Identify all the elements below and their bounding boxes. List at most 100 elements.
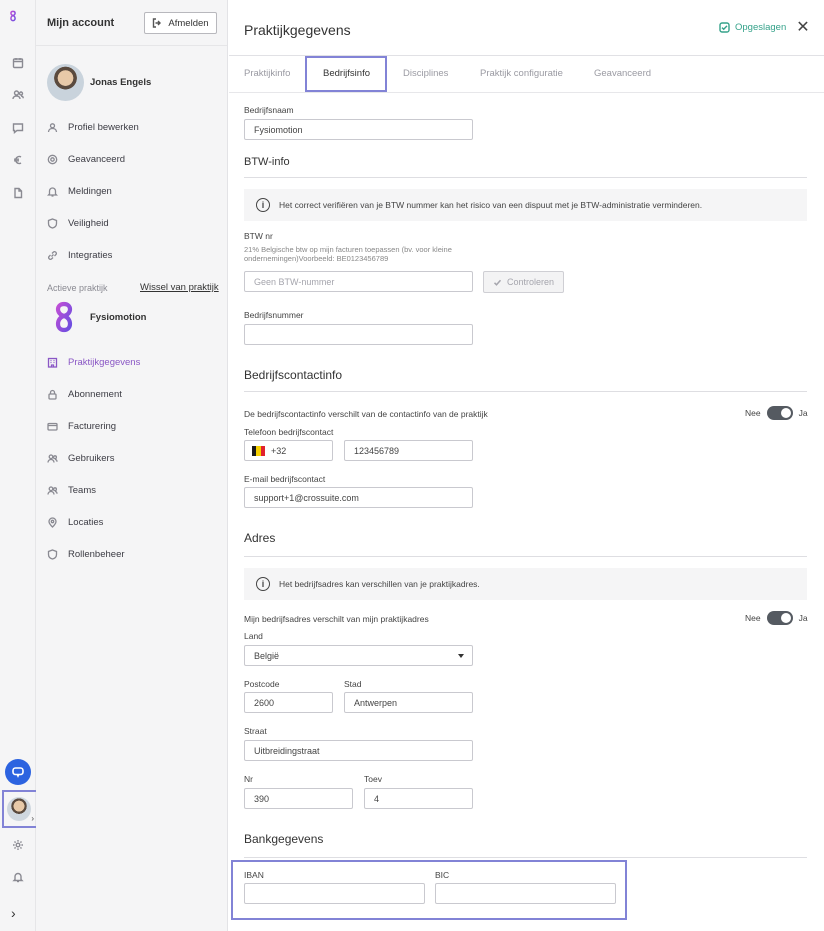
- sidebar-item-label: Locaties: [68, 516, 104, 528]
- notifications-bell-icon[interactable]: [11, 870, 25, 884]
- bell-icon: [47, 186, 58, 197]
- caret-down-icon: [458, 653, 464, 658]
- sidebar-item-users[interactable]: Gebruikers: [47, 451, 114, 465]
- messages-icon[interactable]: [11, 121, 25, 135]
- bic-field[interactable]: [435, 883, 616, 904]
- sidebar-item-locations[interactable]: Locaties: [47, 515, 103, 529]
- sidebar-item-practice-details[interactable]: Praktijkgegevens: [47, 355, 140, 369]
- sidebar-item-subscription[interactable]: Abonnement: [47, 387, 122, 401]
- sidebar-item-label: Veiligheid: [68, 217, 109, 229]
- toggle-yes-label: Ja: [798, 613, 808, 623]
- sidebar-item-notifications[interactable]: Meldingen: [47, 184, 112, 198]
- tab-advanced[interactable]: Geavanceerd: [594, 68, 651, 79]
- sidebar-item-label: Geavanceerd: [68, 153, 126, 165]
- phone-number-field[interactable]: 123456789: [344, 440, 473, 461]
- account-sidebar: Mijn account Afmelden Jonas Engels Profi…: [36, 0, 228, 931]
- chevron-right-icon: ›: [31, 814, 34, 823]
- company-number-field[interactable]: [244, 324, 473, 345]
- email-label: E-mail bedrijfscontact: [244, 474, 326, 484]
- address-differs-toggle[interactable]: [766, 611, 793, 625]
- saved-label: Opgeslagen: [735, 22, 787, 33]
- divider: [244, 857, 807, 858]
- sidebar-item-security[interactable]: Veiligheid: [47, 216, 109, 230]
- tab-practice-configuration[interactable]: Praktijk configuratie: [480, 68, 563, 79]
- street-field[interactable]: Uitbreidingstraat: [244, 740, 473, 761]
- sidebar-item-roles[interactable]: Rollenbeheer: [47, 547, 125, 561]
- vat-label: BTW nr: [244, 231, 273, 241]
- divider: [244, 177, 807, 178]
- phone-prefix: +32: [271, 445, 287, 456]
- sidebar-item-label: Profiel bewerken: [68, 121, 139, 133]
- saved-status: Opgeslagen: [719, 22, 786, 33]
- vat-number-field[interactable]: Geen BTW-nummer: [244, 271, 473, 292]
- country-label: Land: [244, 631, 263, 641]
- check-button-label: Controleren: [506, 277, 555, 287]
- vat-section-title: BTW-info: [244, 156, 290, 168]
- page-title: Praktijkgegevens: [244, 22, 351, 38]
- chat-icon: [12, 767, 24, 778]
- link-icon: [48, 250, 57, 260]
- tab-disciplines[interactable]: Disciplines: [403, 68, 448, 79]
- sidebar-item-teams[interactable]: Teams: [47, 483, 96, 497]
- phone-label: Telefoon bedrijfscontact: [244, 427, 334, 437]
- city-field[interactable]: Antwerpen: [344, 692, 473, 713]
- house-number-label: Nr: [244, 774, 253, 784]
- vat-note: 21% Belgische btw op mijn facturen toepa…: [244, 245, 452, 263]
- shield-icon: [47, 548, 58, 560]
- document-icon[interactable]: [11, 186, 25, 200]
- bank-section-title: Bankgegevens: [244, 832, 324, 846]
- contact-differs-toggle[interactable]: [766, 406, 793, 420]
- user-icon: [47, 122, 58, 132]
- company-name-field[interactable]: Fysiomotion: [244, 119, 473, 140]
- close-icon[interactable]: ✕: [796, 20, 810, 36]
- practice-name: Fysiomotion: [90, 312, 147, 323]
- check-vat-button[interactable]: Controleren: [483, 271, 564, 293]
- sidebar-item-label: Teams: [68, 484, 96, 496]
- chat-button[interactable]: [5, 759, 31, 785]
- address-info-text: Het bedrijfsadres kan verschillen van je…: [279, 579, 480, 589]
- divider: [244, 556, 807, 557]
- house-number-field[interactable]: 390: [244, 788, 353, 809]
- address-differs-label: Mijn bedrijfsadres verschilt van mijn pr…: [244, 614, 429, 624]
- postcode-label: Postcode: [244, 679, 280, 689]
- sidebar-item-advanced[interactable]: Geavanceerd: [47, 152, 125, 166]
- check-square-icon: [719, 22, 730, 33]
- logout-button[interactable]: Afmelden: [144, 12, 217, 34]
- iban-field[interactable]: [244, 883, 425, 904]
- check-icon: [493, 279, 502, 286]
- shield-icon: [47, 217, 58, 229]
- info-icon: i: [256, 198, 270, 212]
- iban-label: IBAN: [244, 870, 264, 880]
- settings-gear-icon[interactable]: [11, 838, 25, 852]
- country-select[interactable]: België: [244, 645, 473, 666]
- phone-country-select[interactable]: +32: [244, 440, 333, 461]
- user-avatar: [47, 64, 84, 101]
- tab-practice-info[interactable]: Praktijkinfo: [244, 68, 290, 79]
- bic-label: BIC: [435, 870, 450, 880]
- expand-chevron-icon[interactable]: ›: [11, 905, 16, 921]
- switch-practice-link[interactable]: Wissel van praktijk: [140, 282, 219, 293]
- postcode-field[interactable]: 2600: [244, 692, 333, 713]
- contact-section-title: Bedrijfscontactinfo: [244, 368, 343, 382]
- city-label: Stad: [344, 679, 362, 689]
- pin-icon: [48, 516, 57, 528]
- patients-icon[interactable]: [11, 88, 25, 102]
- sidebar-item-profile[interactable]: Profiel bewerken: [47, 120, 139, 134]
- address-info-box: i Het bedrijfsadres kan verschillen van …: [244, 568, 807, 600]
- profile-menu-button[interactable]: ›: [2, 790, 38, 828]
- app-logo-icon[interactable]: [7, 10, 19, 22]
- logout-icon: [153, 18, 162, 28]
- euro-icon[interactable]: [11, 153, 25, 167]
- card-icon: [47, 422, 58, 431]
- sidebar-item-integrations[interactable]: Integraties: [47, 248, 112, 262]
- sidebar-item-label: Integraties: [68, 249, 113, 261]
- app-rail: › ›: [0, 0, 38, 931]
- sidebar-title: Mijn account: [47, 17, 115, 29]
- sidebar-item-billing[interactable]: Facturering: [47, 419, 116, 433]
- address-differs-toggle-row: Nee Ja: [745, 611, 808, 625]
- company-name-label: Bedrijfsnaam: [244, 105, 294, 115]
- sidebar-item-label: Rollenbeheer: [68, 548, 125, 560]
- email-field[interactable]: support+1@crossuite.com: [244, 487, 473, 508]
- calendar-icon[interactable]: [11, 56, 25, 70]
- box-field[interactable]: 4: [364, 788, 473, 809]
